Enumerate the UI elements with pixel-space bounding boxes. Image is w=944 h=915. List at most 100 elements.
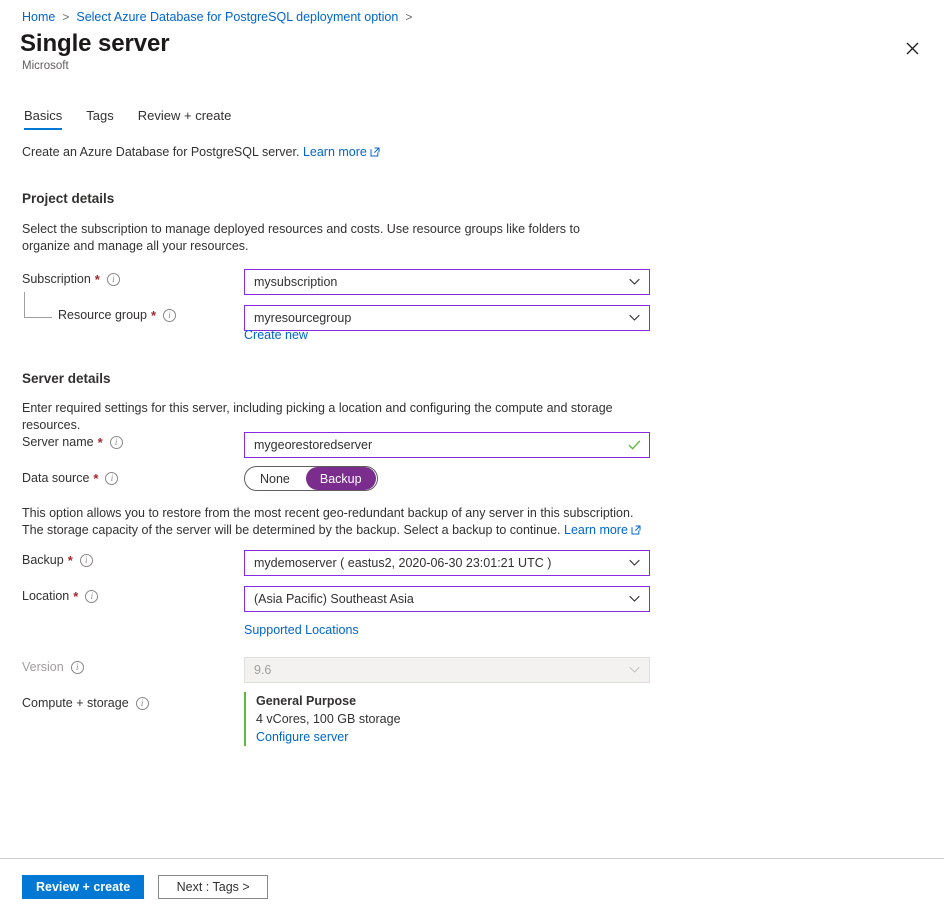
form-row-resource-group: Resource group * i myresourcegroup	[0, 292, 944, 331]
review-create-button[interactable]: Review + create	[22, 875, 145, 899]
form-row-server-name: Server name * i mygeorestoredserver	[0, 432, 944, 458]
version-dropdown: 9.6	[244, 657, 650, 683]
chevron-down-icon	[629, 666, 640, 673]
supported-locations-link[interactable]: Supported Locations	[244, 623, 359, 637]
chevron-down-icon	[629, 314, 640, 321]
external-link-icon	[370, 147, 380, 157]
label-server-name-text: Server name	[22, 435, 94, 449]
required-marker: *	[94, 271, 100, 287]
chevron-down-icon	[629, 278, 640, 285]
page-title: Single server	[20, 30, 170, 57]
intro-learn-more-link[interactable]: Learn more	[303, 145, 367, 159]
label-subscription: Subscription * i	[22, 272, 120, 286]
configure-server-link[interactable]: Configure server	[256, 730, 348, 744]
label-backup: Backup * i	[22, 553, 93, 567]
footer-divider	[0, 858, 944, 859]
blade-tabs: Basics Tags Review + create	[22, 106, 243, 130]
data-source-option-none[interactable]: None	[246, 467, 304, 490]
version-value: 9.6	[254, 663, 272, 677]
label-data-source: Data source * i	[22, 471, 119, 485]
label-backup-text: Backup	[22, 553, 64, 567]
label-resource-group-text: Resource group	[58, 308, 147, 322]
label-subscription-text: Subscription	[22, 272, 91, 286]
tab-basics[interactable]: Basics	[22, 106, 74, 130]
compute-storage-summary: General Purpose 4 vCores, 100 GB storage…	[244, 692, 401, 746]
breadcrumb-separator-icon: >	[62, 10, 70, 24]
breadcrumb-separator-icon-2: >	[405, 10, 413, 24]
section-desc-project-details: Select the subscription to manage deploy…	[22, 222, 580, 253]
label-version: Version i	[22, 660, 84, 674]
form-row-compute-storage: Compute + storage i General Purpose 4 vC…	[0, 692, 944, 756]
compute-specs-text: 4 vCores, 100 GB storage	[256, 712, 401, 726]
required-marker: *	[73, 588, 79, 604]
blade-footer: Review + create Next : Tags >	[22, 875, 269, 899]
data-source-option-backup[interactable]: Backup	[305, 467, 376, 490]
breadcrumb-item-deployment-option[interactable]: Select Azure Database for PostgreSQL dep…	[76, 10, 398, 24]
location-value: (Asia Pacific) Southeast Asia	[254, 592, 414, 606]
form-row-subscription: Subscription * i mysubscription	[0, 269, 944, 295]
location-dropdown[interactable]: (Asia Pacific) Southeast Asia	[244, 586, 650, 612]
label-server-name: Server name * i	[22, 435, 123, 449]
info-icon-subscription[interactable]: i	[106, 272, 120, 286]
next-tags-button[interactable]: Next : Tags >	[158, 875, 269, 899]
chevron-down-icon	[629, 559, 640, 566]
form-row-version: Version i 9.6	[0, 657, 944, 683]
valid-check-icon	[628, 440, 641, 450]
close-icon	[906, 42, 918, 54]
form-row-location: Location * i (Asia Pacific) Southeast As…	[0, 586, 944, 612]
backup-note-learn-more-link[interactable]: Learn more	[564, 523, 628, 537]
server-name-value: mygeorestoredserver	[254, 438, 373, 452]
form-row-backup: Backup * i mydemoserver ( eastus2, 2020-…	[0, 550, 944, 576]
label-location: Location * i	[22, 588, 99, 604]
label-location-text: Location	[22, 589, 70, 603]
backup-option-note: This option allows you to restore from t…	[22, 505, 647, 539]
subscription-value: mysubscription	[254, 275, 338, 289]
form-row-data-source: Data source * i None Backup	[0, 466, 944, 493]
control-location: (Asia Pacific) Southeast Asia	[244, 586, 650, 612]
section-title-project-details: Project details	[22, 191, 115, 206]
external-link-icon	[631, 525, 641, 535]
tree-connector-line	[24, 292, 52, 318]
label-version-text: Version	[22, 660, 64, 674]
chevron-down-icon	[629, 595, 640, 602]
backup-value: mydemoserver ( eastus2, 2020-06-30 23:01…	[254, 556, 552, 570]
required-marker: *	[97, 434, 103, 450]
close-blade-button[interactable]	[898, 34, 926, 62]
breadcrumb-item-home[interactable]: Home	[22, 10, 55, 24]
section-title-server-details: Server details	[22, 371, 111, 386]
control-backup: mydemoserver ( eastus2, 2020-06-30 23:01…	[244, 550, 650, 576]
tab-review-create[interactable]: Review + create	[126, 106, 244, 130]
subscription-dropdown[interactable]: mysubscription	[244, 269, 650, 295]
info-icon-data-source[interactable]: i	[105, 471, 119, 485]
label-resource-group: Resource group * i	[58, 307, 177, 323]
label-data-source-text: Data source	[22, 471, 90, 485]
info-icon-location[interactable]: i	[85, 589, 99, 603]
required-marker: *	[150, 307, 157, 323]
server-name-input[interactable]: mygeorestoredserver	[244, 432, 650, 458]
info-icon-server-name[interactable]: i	[109, 435, 123, 449]
create-single-server-blade: Home > Select Azure Database for Postgre…	[0, 0, 944, 915]
label-compute-storage: Compute + storage i	[22, 696, 149, 710]
resource-group-value: myresourcegroup	[254, 311, 352, 325]
intro-text: Create an Azure Database for PostgreSQL …	[22, 145, 300, 159]
supported-locations-link-wrap: Supported Locations	[244, 623, 359, 637]
control-server-name: mygeorestoredserver	[244, 432, 650, 458]
info-icon-version[interactable]: i	[70, 660, 84, 674]
backup-note-text: This option allows you to restore from t…	[22, 506, 634, 537]
create-new-resource-group-link[interactable]: Create new	[244, 328, 308, 342]
tab-tags[interactable]: Tags	[74, 106, 125, 130]
breadcrumb: Home > Select Azure Database for Postgre…	[22, 10, 412, 24]
backup-dropdown[interactable]: mydemoserver ( eastus2, 2020-06-30 23:01…	[244, 550, 650, 576]
section-desc-server-details: Enter required settings for this server,…	[22, 401, 613, 432]
info-icon-backup[interactable]: i	[79, 553, 93, 567]
required-marker: *	[67, 552, 73, 568]
label-compute-storage-text: Compute + storage	[22, 696, 129, 710]
compute-tier-name: General Purpose	[256, 694, 357, 708]
create-new-resource-group-link-wrap: Create new	[244, 328, 308, 342]
info-icon-resource-group[interactable]: i	[163, 308, 177, 322]
control-subscription: mysubscription	[244, 269, 650, 295]
control-version: 9.6	[244, 657, 650, 683]
info-icon-compute-storage[interactable]: i	[135, 696, 149, 710]
data-source-toggle-group: None Backup	[244, 466, 378, 491]
blade-intro-text: Create an Azure Database for PostgreSQL …	[22, 145, 380, 159]
